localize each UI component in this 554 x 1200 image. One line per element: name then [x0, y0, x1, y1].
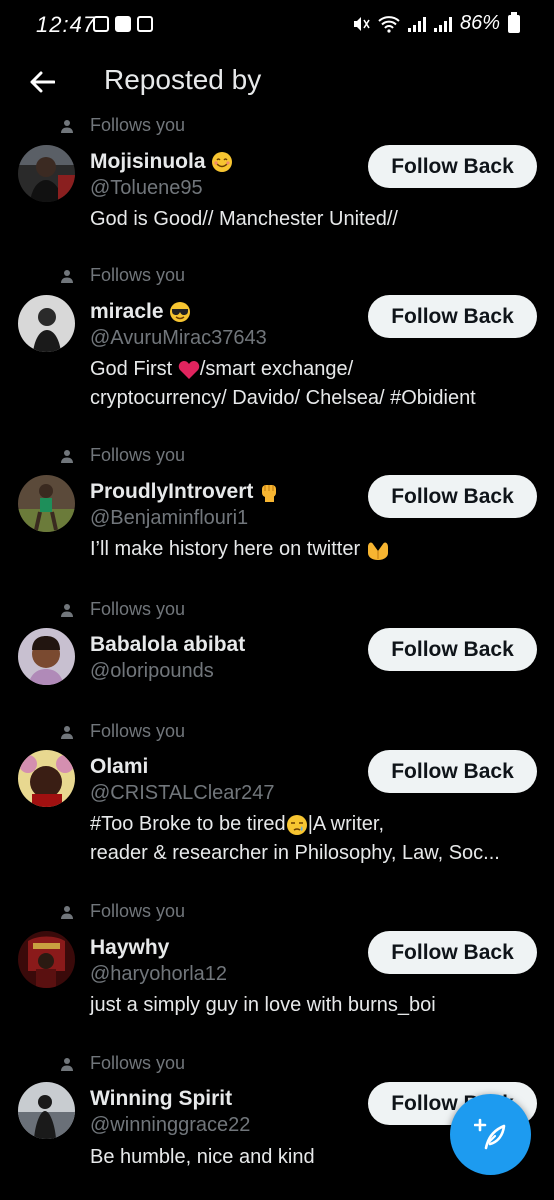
- user-handle: @CRISTALClear247: [90, 782, 275, 804]
- list-item[interactable]: Follows you ProudlyIntrovert @Benjaminfl…: [0, 444, 554, 598]
- follows-you-label: Follows you: [90, 265, 186, 285]
- gallery-notification-icon: [93, 16, 109, 32]
- status-right: 86%: [352, 11, 520, 35]
- avatar[interactable]: [18, 628, 75, 685]
- follows-you-label: Follows you: [90, 901, 186, 921]
- header: Reposted by: [0, 52, 554, 114]
- avatar[interactable]: [18, 475, 75, 532]
- avatar[interactable]: [18, 750, 75, 807]
- user-name[interactable]: Olami: [90, 755, 148, 779]
- avatar[interactable]: [18, 295, 75, 352]
- arrow-left-icon: [30, 71, 55, 93]
- avatar[interactable]: [18, 145, 75, 202]
- status-time: 12:47: [36, 12, 97, 37]
- raised-fist-emoji-icon: [262, 485, 277, 503]
- person-icon: [61, 270, 73, 283]
- back-button[interactable]: [22, 62, 62, 102]
- battery-percent: 86%: [459, 12, 500, 34]
- user-bio: #Too Broke to be tired |A writer, reader …: [90, 813, 500, 864]
- follows-you-label: Follows you: [90, 721, 186, 741]
- user-handle: @Benjaminflouri1: [90, 507, 249, 529]
- battery-icon: [508, 11, 520, 33]
- user-name[interactable]: Mojisinuola: [90, 150, 233, 174]
- follows-you-row: Follows you: [0, 900, 554, 926]
- person-icon: [61, 120, 73, 133]
- follows-you-label: Follows you: [90, 445, 186, 465]
- user-handle: @AvuruMirac37643: [90, 327, 267, 349]
- red-heart-emoji-icon: [178, 360, 200, 379]
- sleepy-face-emoji-icon: [286, 814, 307, 835]
- person-icon: [61, 450, 73, 463]
- follows-you-row: Follows you: [0, 444, 554, 470]
- follows-you-row: Follows you: [0, 264, 554, 290]
- user-bio: just a simply guy in love with burns_boi: [90, 994, 436, 1016]
- list-item[interactable]: Follows you Mojisinuola @Toluene95 God i…: [0, 114, 554, 264]
- follow-back-button[interactable]: Follow Back: [368, 475, 537, 518]
- follow-back-button[interactable]: Follow Back: [368, 295, 537, 338]
- follow-back-button[interactable]: Follow Back: [368, 145, 537, 188]
- notification-icons: [93, 16, 153, 32]
- person-icon: [61, 1058, 73, 1071]
- wifi-icon: [378, 15, 400, 33]
- signal-icon-2: [433, 16, 452, 32]
- user-name[interactable]: ProudlyIntrovert: [90, 480, 279, 504]
- list-item[interactable]: Follows you miracle @AvuruMirac37643 God…: [0, 264, 554, 444]
- follows-you-label: Follows you: [90, 599, 186, 619]
- person-icon: [61, 726, 73, 739]
- user-name[interactable]: Winning Spirit: [90, 1087, 232, 1111]
- bottom-edge: [0, 1192, 554, 1200]
- follows-you-row: Follows you: [0, 720, 554, 746]
- user-bio: God First /smart exchange/ cryptocurrenc…: [90, 358, 476, 409]
- follows-you-row: Follows you: [0, 598, 554, 624]
- youtube-notification-icon: [115, 16, 131, 32]
- follows-you-row: Follows you: [0, 114, 554, 140]
- compose-feather-icon: [473, 1118, 505, 1149]
- user-handle: @haryohorla12: [90, 963, 228, 985]
- list-item[interactable]: Follows you Babalola abibat @oloripounds…: [0, 598, 554, 720]
- sunglasses-emoji-icon: [170, 302, 191, 323]
- user-bio: I’ll make history here on twitter: [90, 535, 540, 564]
- signal-icon-1: [407, 16, 426, 32]
- follow-back-button[interactable]: Follow Back: [368, 750, 537, 793]
- list-item[interactable]: Follows you Olami @CRISTALClear247 #Too …: [0, 720, 554, 900]
- user-handle: @winninggrace22: [90, 1114, 251, 1136]
- person-icon: [61, 604, 73, 617]
- avatar[interactable]: [18, 1082, 75, 1139]
- app-notification-icon: [137, 16, 153, 32]
- user-name[interactable]: Haywhy: [90, 936, 169, 960]
- follows-you-row: Follows you: [0, 1052, 554, 1078]
- user-handle: @Toluene95: [90, 177, 203, 199]
- user-name[interactable]: Babalola abibat: [90, 633, 245, 657]
- follows-you-label: Follows you: [90, 115, 186, 135]
- follow-back-button[interactable]: Follow Back: [368, 931, 537, 974]
- user-handle: @oloripounds: [90, 660, 214, 682]
- page-title: Reposted by: [104, 64, 262, 95]
- user-bio: God is Good// Manchester United//: [90, 208, 398, 230]
- user-list: Follows you Mojisinuola @Toluene95 God i…: [0, 114, 554, 1200]
- person-icon: [61, 906, 73, 919]
- smiling-face-emoji-icon: [212, 152, 233, 173]
- list-item[interactable]: Follows you Haywhy @haryohorla12 just a …: [0, 900, 554, 1052]
- status-bar: 12:47 86%: [0, 0, 554, 52]
- compose-button[interactable]: [450, 1094, 531, 1175]
- palms-up-emoji-icon: [367, 542, 388, 560]
- follow-back-button[interactable]: Follow Back: [368, 628, 537, 671]
- avatar[interactable]: [18, 931, 75, 988]
- mute-icon: [353, 16, 370, 31]
- follows-you-label: Follows you: [90, 1053, 186, 1073]
- user-name[interactable]: miracle: [90, 300, 191, 324]
